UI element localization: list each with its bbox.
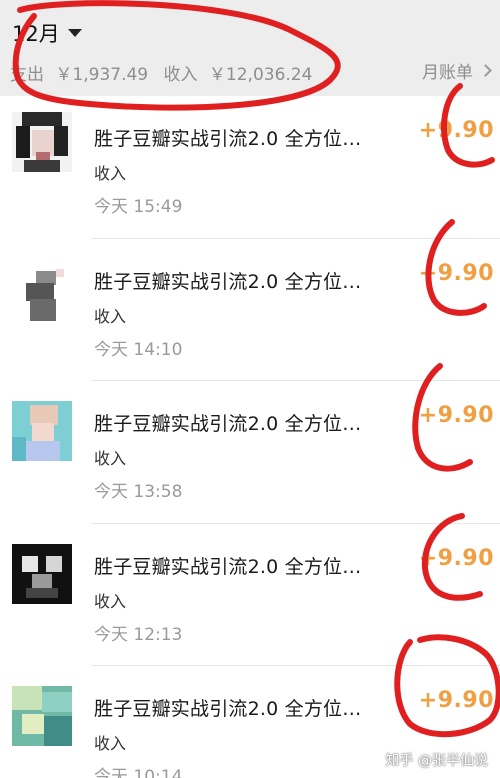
transaction-amount: +9.90 — [418, 118, 494, 143]
transaction-row[interactable]: 胜子豆瓣实战引流2.0 全方位… 收入 今天 15:49 +9.90 — [0, 96, 500, 239]
avatar — [12, 264, 72, 325]
transaction-title: 胜子豆瓣实战引流2.0 全方位… — [94, 270, 362, 293]
avatar — [12, 543, 72, 604]
avatar — [12, 401, 72, 461]
watermark: 知乎 @张半仙说 — [385, 753, 488, 769]
caret-down-icon — [67, 29, 82, 37]
monthly-bill-label: 月账单 — [422, 63, 473, 83]
transaction-amount: +9.90 — [418, 260, 494, 286]
transaction-time: 今天 12:13 — [94, 624, 183, 645]
transaction-type: 收入 — [94, 306, 127, 326]
month-summary-header: 12月 支出 ￥1,937.49 收入 ￥12,036.24 月账单 — [0, 0, 500, 96]
avatar — [12, 686, 72, 746]
month-label: 12月 — [12, 22, 60, 46]
transaction-title: 胜子豆瓣实战引流2.0 全方位… — [94, 555, 362, 578]
transaction-time: 今天 13:58 — [94, 482, 183, 502]
transaction-row[interactable]: 胜子豆瓣实战引流2.0 全方位… 收入 今天 14:10 +9.90 — [0, 239, 500, 381]
transaction-amount: +9.90 — [418, 688, 494, 713]
transaction-row[interactable]: 胜子豆瓣实战引流2.0 全方位… 收入 今天 12:13 +9.90 — [0, 524, 500, 666]
transaction-title: 胜子豆瓣实战引流2.0 全方位… — [94, 698, 362, 720]
income-amount: ￥12,036.24 — [208, 65, 313, 85]
transaction-row[interactable]: 胜子豆瓣实战引流2.0 全方位… 收入 今天 13:58 +9.90 — [0, 381, 500, 524]
transaction-type: 收入 — [94, 734, 127, 753]
transaction-title: 胜子豆瓣实战引流2.0 全方位… — [94, 413, 362, 435]
month-totals: 支出 ￥1,937.49 收入 ￥12,036.24 — [10, 60, 312, 85]
transaction-time: 今天 15:49 — [94, 197, 183, 217]
transaction-time: 今天 10:14 — [94, 767, 183, 778]
transaction-amount: +9.90 — [418, 545, 494, 571]
monthly-bill-link[interactable]: 月账单 — [422, 58, 492, 83]
transaction-amount: +9.90 — [418, 403, 494, 428]
transaction-title: 胜子豆瓣实战引流2.0 全方位… — [94, 128, 362, 150]
transaction-list: 胜子豆瓣实战引流2.0 全方位… 收入 今天 15:49 +9.90 胜子豆瓣实… — [0, 96, 500, 778]
expense-amount: ￥1,937.49 — [55, 65, 149, 85]
chevron-right-icon — [479, 64, 492, 77]
transaction-type: 收入 — [94, 449, 127, 468]
income-label: 收入 — [163, 65, 198, 85]
transaction-type: 收入 — [94, 591, 127, 611]
expense-label: 支出 — [10, 65, 44, 85]
month-selector[interactable]: 12月 — [12, 18, 82, 48]
transaction-type: 收入 — [94, 164, 127, 183]
avatar — [12, 112, 72, 172]
transaction-time: 今天 14:10 — [94, 339, 183, 360]
